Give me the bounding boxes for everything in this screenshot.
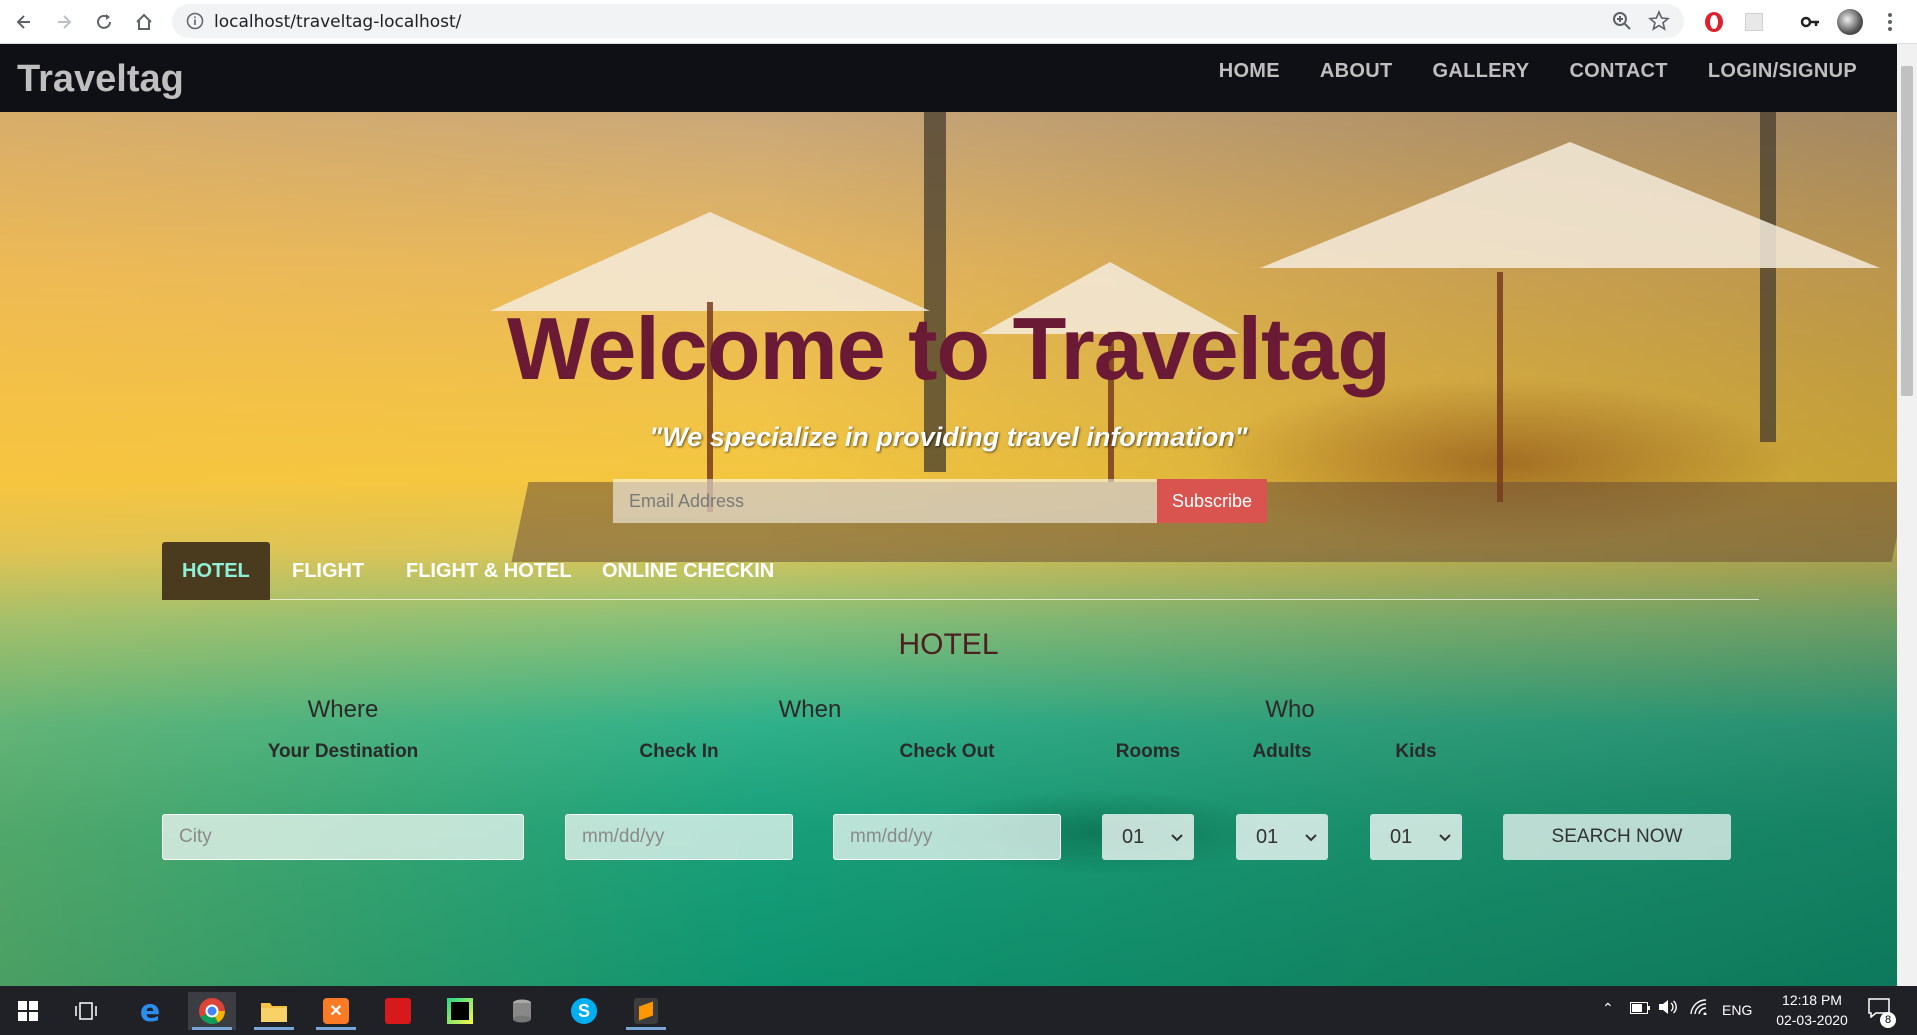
edge-browser-icon[interactable]: e — [126, 992, 174, 1030]
nav-about-link[interactable]: ABOUT — [1320, 60, 1393, 83]
pycharm-icon[interactable] — [436, 992, 484, 1030]
home-icon[interactable] — [130, 8, 158, 36]
tab-flight-hotel[interactable]: FLIGHT & HOTEL — [386, 542, 592, 600]
tab-online-checkin[interactable]: ONLINE CHECKIN — [582, 542, 794, 600]
key-icon[interactable] — [1796, 8, 1824, 36]
notification-badge: 8 — [1880, 1012, 1896, 1028]
forward-icon[interactable] — [50, 8, 78, 36]
page-scrollbar[interactable] — [1897, 44, 1917, 986]
info-icon[interactable] — [186, 12, 204, 35]
city-input[interactable] — [162, 814, 524, 860]
nav-home-link[interactable]: HOME — [1219, 60, 1280, 83]
task-view-icon[interactable] — [62, 992, 110, 1030]
extension-icon[interactable] — [1740, 8, 1768, 36]
email-input[interactable] — [613, 479, 1157, 523]
sublime-text-icon[interactable] — [622, 992, 670, 1030]
brand-logo[interactable]: Traveltag — [17, 58, 184, 101]
group-where: Where — [307, 696, 379, 723]
battery-icon[interactable] — [1630, 1001, 1650, 1017]
site-navbar: Traveltag HOME ABOUT GALLERY CONTACT LOG… — [0, 44, 1897, 112]
search-now-button[interactable]: SEARCH NOW — [1503, 814, 1731, 860]
clock-date[interactable]: 02-03-2020 — [1768, 1012, 1856, 1028]
volume-icon[interactable] — [1658, 999, 1678, 1018]
kids-select[interactable]: 01 — [1370, 814, 1462, 860]
skype-icon[interactable]: S — [560, 992, 608, 1030]
acrobat-icon[interactable] — [374, 992, 422, 1030]
chevron-down-icon — [1438, 826, 1452, 849]
check-out-input[interactable] — [833, 814, 1061, 860]
database-icon[interactable] — [498, 992, 546, 1030]
group-who: Who — [1265, 696, 1315, 723]
xampp-icon[interactable]: ✕ — [312, 992, 360, 1030]
chrome-icon[interactable] — [188, 992, 236, 1030]
label-kids: Kids — [1395, 741, 1437, 762]
zoom-icon[interactable] — [1612, 11, 1632, 36]
nav-login-signup-link[interactable]: LOGIN/SIGNUP — [1708, 60, 1857, 83]
adults-value: 01 — [1256, 825, 1279, 848]
nav-gallery-link[interactable]: GALLERY — [1433, 60, 1530, 83]
label-destination: Your Destination — [267, 741, 419, 762]
subscribe-button[interactable]: Subscribe — [1157, 479, 1267, 523]
check-in-input[interactable] — [565, 814, 793, 860]
booking-tabs: HOTEL FLIGHT FLIGHT & HOTEL ONLINE CHECK… — [162, 542, 1759, 600]
nav-contact-link[interactable]: CONTACT — [1569, 60, 1667, 83]
browser-toolbar: localhost/traveltag-localhost/ — [0, 0, 1917, 44]
group-when: When — [778, 696, 842, 723]
url-text: localhost/traveltag-localhost/ — [214, 12, 462, 32]
adults-select[interactable]: 01 — [1236, 814, 1328, 860]
tab-hotel[interactable]: HOTEL — [162, 542, 270, 600]
form-title: HOTEL — [898, 628, 999, 661]
label-rooms: Rooms — [1115, 741, 1181, 762]
rooms-select[interactable]: 01 — [1102, 814, 1194, 860]
rooms-value: 01 — [1122, 825, 1145, 848]
bookmark-star-icon[interactable] — [1648, 9, 1670, 37]
tray-chevron-icon[interactable]: ⌃ — [1602, 1000, 1614, 1017]
file-explorer-icon[interactable] — [250, 992, 298, 1030]
windows-start-icon[interactable] — [4, 992, 52, 1030]
opera-extension-icon[interactable] — [1700, 8, 1728, 36]
tab-flight[interactable]: FLIGHT — [272, 542, 384, 600]
hero-tagline: "We specialize in providing travel infor… — [649, 422, 1248, 452]
label-adults: Adults — [1252, 741, 1312, 762]
clock-time[interactable]: 12:18 PM — [1774, 992, 1850, 1008]
reload-icon[interactable] — [90, 8, 118, 36]
address-bar[interactable]: localhost/traveltag-localhost/ — [172, 4, 1684, 38]
page-viewport: Traveltag HOME ABOUT GALLERY CONTACT LOG… — [0, 44, 1897, 986]
scrollbar-thumb[interactable] — [1901, 66, 1913, 396]
kids-value: 01 — [1390, 825, 1413, 848]
profile-avatar-icon[interactable] — [1836, 8, 1864, 36]
back-icon[interactable] — [10, 8, 38, 36]
chevron-down-icon — [1304, 826, 1318, 849]
wifi-icon[interactable] — [1690, 999, 1710, 1018]
menu-dots-icon[interactable] — [1876, 8, 1904, 36]
hero-title: Welcome to Traveltag — [506, 299, 1391, 398]
language-indicator[interactable]: ENG — [1722, 1002, 1752, 1018]
windows-taskbar: e ✕ S ⌃ ENG 12:18 PM 02-03-2020 8 — [0, 986, 1917, 1035]
chevron-down-icon — [1170, 826, 1184, 849]
label-check-in: Check In — [639, 741, 719, 762]
label-check-out: Check Out — [899, 741, 995, 762]
main-menu: HOME ABOUT GALLERY CONTACT LOGIN/SIGNUP — [1219, 60, 1857, 83]
